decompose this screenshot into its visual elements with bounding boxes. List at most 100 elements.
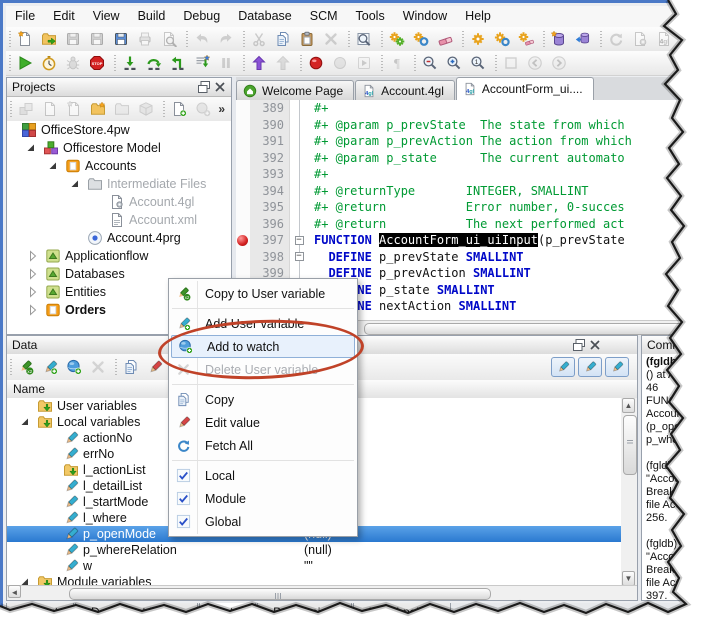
float-panel-icon[interactable] [571, 337, 585, 351]
copy-button[interactable] [120, 356, 142, 378]
watch-add-button[interactable] [63, 356, 85, 378]
fold-gutter[interactable] [290, 166, 309, 183]
expander-open-icon[interactable] [17, 414, 33, 430]
fold-collapse-icon[interactable]: − [295, 236, 304, 245]
step-into-button[interactable] [119, 52, 141, 74]
editor-tab-account-4gl[interactable]: 4glAccount.4gl [355, 80, 455, 100]
bp-toggle-button[interactable] [305, 52, 327, 74]
paste-button[interactable] [296, 28, 318, 50]
fold-gutter[interactable]: − [290, 249, 309, 266]
bottom-tab-output[interactable]: Output [6, 603, 74, 623]
fold-gutter[interactable] [290, 183, 309, 200]
save-all-button[interactable] [110, 28, 132, 50]
filter-local-button[interactable] [551, 357, 575, 377]
bottom-tab-watchpoints[interactable]: Watchpoints [353, 603, 451, 623]
fold-gutter[interactable] [290, 150, 309, 167]
tree-item-intermediate-files[interactable]: Intermediate Files [7, 175, 231, 193]
float-panel-icon[interactable] [196, 79, 210, 93]
menu-file[interactable]: File [6, 6, 44, 27]
scroll-down-icon[interactable]: ▼ [622, 571, 635, 586]
pen-add-button[interactable] [39, 356, 61, 378]
tree-item-account-xml[interactable]: Account.xml [7, 211, 231, 229]
menu-item-copy[interactable]: Copy [169, 388, 357, 411]
menu-item-local[interactable]: Local [169, 464, 357, 487]
run-to-line-button[interactable] [191, 52, 213, 74]
step-over-button[interactable] [143, 52, 165, 74]
set-next-button[interactable] [248, 52, 270, 74]
breakpoint-gutter[interactable] [236, 117, 250, 134]
zoom-actual-button[interactable]: 1 [467, 52, 489, 74]
editor-hscrollbar-thumb[interactable] [364, 323, 696, 335]
build-button[interactable] [386, 28, 408, 50]
profile-button[interactable] [38, 52, 60, 74]
bottom-tab-document-errors[interactable]: Document Errors [75, 603, 198, 623]
data-vscrollbar-thumb[interactable] [623, 415, 637, 475]
menu-edit[interactable]: Edit [44, 6, 84, 27]
menu-tools[interactable]: Tools [347, 6, 394, 27]
menu-window[interactable]: Window [394, 6, 456, 27]
data-vscrollbar[interactable]: ▲ ▼ [621, 398, 637, 586]
tree-item-applicationflow[interactable]: Applicationflow [7, 247, 231, 265]
clean-all-button[interactable] [515, 28, 537, 50]
fold-collapse-icon[interactable]: − [295, 252, 304, 261]
compile-button[interactable] [467, 28, 489, 50]
zoom-in-button[interactable] [443, 52, 465, 74]
new-folder-button[interactable] [87, 98, 109, 120]
clean-button[interactable] [434, 28, 456, 50]
step-out-button[interactable] [167, 52, 189, 74]
menu-item-global[interactable]: Global [169, 510, 357, 533]
find-in-files-button[interactable] [353, 28, 375, 50]
tree-item-officestore-model[interactable]: Officestore Model [7, 139, 231, 157]
data-row-w[interactable]: w"" [7, 558, 621, 574]
breakpoint-gutter[interactable] [236, 133, 250, 150]
open-file-button[interactable] [38, 28, 60, 50]
fold-gutter[interactable]: − [290, 232, 309, 249]
data-hscrollbar-thumb[interactable] [69, 588, 491, 600]
link-button[interactable] [491, 28, 513, 50]
tab-list-dropdown-icon[interactable] [666, 82, 682, 96]
fold-gutter[interactable] [290, 117, 309, 134]
breakpoint-gutter[interactable] [236, 166, 250, 183]
build-all-button[interactable] [410, 28, 432, 50]
bottom-tab-breakpoints[interactable]: Breakpoints [257, 603, 352, 623]
menu-item-module[interactable]: Module [169, 487, 357, 510]
new-file-button[interactable] [14, 28, 36, 50]
tree-item-accounts[interactable]: Accounts [7, 157, 231, 175]
expander-open-icon[interactable] [45, 158, 61, 174]
data-row-p-whererelation[interactable]: p_whereRelation(null) [7, 542, 621, 558]
close-panel-icon[interactable] [587, 337, 601, 351]
filter-module-button[interactable] [578, 357, 602, 377]
menu-build[interactable]: Build [129, 6, 175, 27]
expander-closed-icon[interactable] [25, 248, 41, 264]
close-panel-icon[interactable] [212, 79, 226, 93]
breakpoint-gutter[interactable] [236, 183, 250, 200]
editor-tab-welcome-page[interactable]: Welcome Page [236, 80, 354, 100]
db-execute-button[interactable] [572, 28, 594, 50]
filter-global-button[interactable] [605, 357, 629, 377]
expander-closed-icon[interactable] [25, 284, 41, 300]
breakpoint-gutter[interactable] [236, 216, 250, 233]
breakpoint-gutter[interactable] [236, 249, 250, 266]
menu-view[interactable]: View [84, 6, 129, 27]
tree-item-officestore-4pw[interactable]: OfficeStore.4pw [7, 121, 231, 139]
menu-database[interactable]: Database [229, 6, 301, 27]
bottom-tab-data[interactable]: Data [199, 603, 256, 625]
data-hscrollbar[interactable]: ◄ [7, 585, 637, 600]
fold-gutter[interactable] [290, 100, 309, 117]
menu-help[interactable]: Help [456, 6, 500, 27]
scroll-left-icon[interactable]: ◄ [8, 585, 21, 598]
tree-item-account-4prg[interactable]: Account.4prg [7, 229, 231, 247]
fold-gutter[interactable] [290, 199, 309, 216]
breakpoint-gutter[interactable] [236, 100, 250, 117]
breakpoint-icon[interactable] [237, 235, 248, 246]
zoom-out-button[interactable] [419, 52, 441, 74]
breakpoint-gutter[interactable] [236, 199, 250, 216]
copy-button[interactable] [272, 28, 294, 50]
menu-item-edit-value[interactable]: Edit value [169, 411, 357, 434]
add-file-button[interactable] [168, 98, 190, 120]
toolbar-overflow-icon[interactable]: » [218, 102, 231, 116]
breakpoint-gutter[interactable] [236, 232, 250, 249]
expander-open-icon[interactable] [23, 140, 39, 156]
command-output[interactable]: (fgldb)() at Acc46FUNCTIAccoun(p_operp_w… [642, 354, 701, 600]
expander-closed-icon[interactable] [25, 266, 41, 282]
